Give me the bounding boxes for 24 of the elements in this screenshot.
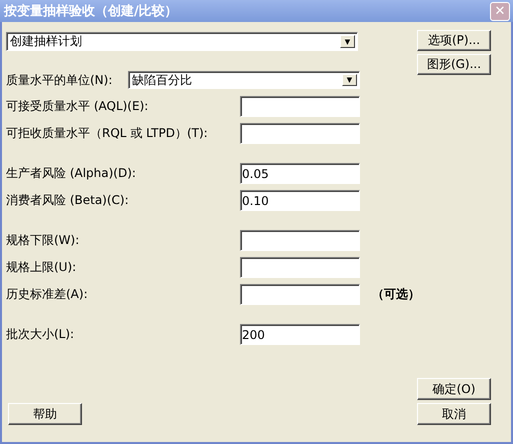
field-label: 消费者风险 (Beta)(C): [6,192,130,209]
field-label: 质量水平的单位(N): [6,72,114,88]
input-field[interactable] [240,230,360,251]
input-field[interactable]: 200 [240,324,360,345]
input-field[interactable] [240,284,360,305]
field-label: 可接受质量水平 (AQL)(E): [6,98,150,115]
optional-note: （可选） [372,286,420,303]
options-button[interactable]: 选项(P)... [417,30,491,51]
field-label: 历史标准差(A): [6,286,89,303]
input-field[interactable]: 0.05 [240,163,360,184]
field-label: 可拒收质量水平（RQL 或 LTPD）(T): [6,125,209,142]
field-label: 生产者风险 (Alpha)(D): [6,165,137,182]
ok-button[interactable]: 确定(O) [417,378,491,400]
window-title: 按变量抽样验收（创建/比较） [2,2,178,20]
help-button[interactable]: 帮助 [8,403,82,425]
graphs-button[interactable]: 图形(G)... [417,54,491,75]
input-field[interactable] [240,123,360,144]
input-field[interactable] [240,96,360,117]
cancel-button[interactable]: 取消 [417,403,491,425]
field-label: 批次大小(L): [6,326,76,343]
field-label: 规格下限(W): [6,232,80,249]
input-field[interactable]: 0.10 [240,190,360,211]
field-label: 规格上限(U): [6,259,78,276]
input-field[interactable] [240,257,360,278]
